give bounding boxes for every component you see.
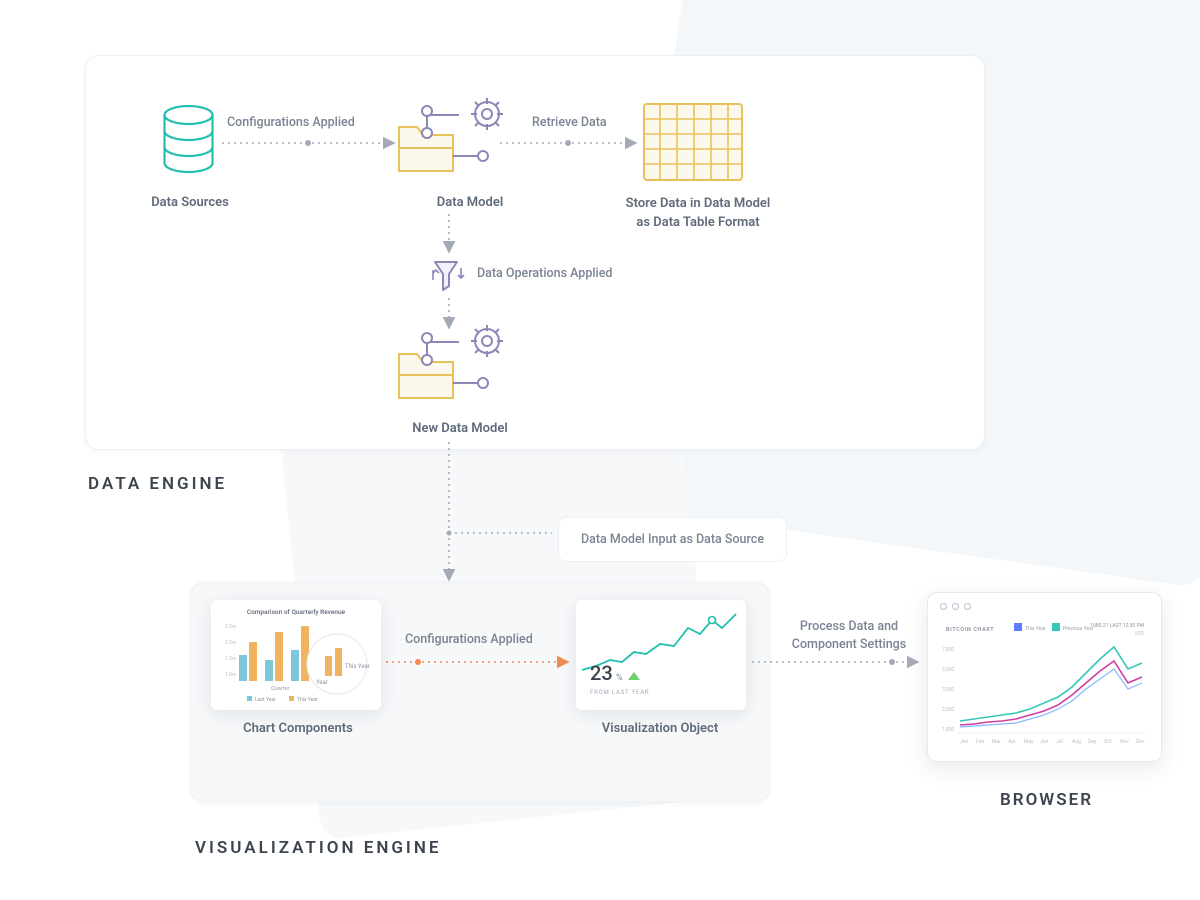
svg-text:Jul: Jul xyxy=(1056,739,1063,745)
svg-text:Oct: Oct xyxy=(1104,739,1112,745)
svg-text:Previous Year: Previous Year xyxy=(1063,626,1094,632)
svg-text:Jan: Jan xyxy=(960,739,968,745)
svg-text:Jun: Jun xyxy=(1040,739,1049,745)
svg-text:FROM LAST YEAR: FROM LAST YEAR xyxy=(590,689,649,696)
svg-text:Sep: Sep xyxy=(1088,739,1097,745)
svg-text:Feb: Feb xyxy=(976,739,984,745)
retrieve-data-label: Retrieve Data xyxy=(532,115,607,130)
new-data-model-label: New Data Model xyxy=(400,421,520,436)
viz-object-label: Visualization Object xyxy=(580,721,740,736)
viz-object-card: 23 % FROM LAST YEAR xyxy=(576,600,746,710)
svg-text:2,000: 2,000 xyxy=(942,707,954,713)
data-engine-title: DATA ENGINE xyxy=(88,474,227,494)
data-operations-label: Data Operations Applied xyxy=(477,266,612,281)
svg-text:Aug: Aug xyxy=(1072,739,1081,745)
svg-text:Mar: Mar xyxy=(992,739,1001,745)
architecture-diagram: DATA ENGINE Data Sources xyxy=(0,0,1200,900)
svg-text:Year: Year xyxy=(316,679,328,686)
data-model-input-text: Data Model Input as Data Source xyxy=(581,532,764,547)
browser-title: BROWSER xyxy=(1000,790,1093,810)
svg-text:BITCOIN CHART: BITCOIN CHART xyxy=(946,627,994,633)
svg-text:2.0m: 2.0m xyxy=(225,640,237,646)
process-settings-label: Process Data and Component Settings xyxy=(784,618,914,653)
svg-text:3,000: 3,000 xyxy=(942,687,954,693)
data-model-input-box: Data Model Input as Data Source xyxy=(558,517,787,562)
chart-title-text: Comparison of Quarterly Revenue xyxy=(247,608,346,616)
funnel-icon xyxy=(432,258,466,298)
data-model-label: Data Model xyxy=(420,195,520,210)
svg-text:This Year: This Year xyxy=(1025,626,1046,632)
data-sources-label: Data Sources xyxy=(140,195,240,210)
svg-text:This Year: This Year xyxy=(297,697,318,703)
svg-text:23: 23 xyxy=(590,661,613,685)
svg-text:5,000: 5,000 xyxy=(942,667,954,673)
browser-traffic-lights-icon xyxy=(940,603,971,610)
store-data-label: Store Data in Data Model as Data Table F… xyxy=(618,195,778,233)
svg-text:USD: USD xyxy=(1135,631,1145,637)
data-model-icon xyxy=(397,86,527,185)
svg-text:Dec: Dec xyxy=(1136,739,1145,745)
svg-text:1.0m: 1.0m xyxy=(225,672,237,678)
svg-text:1680.21 LAST 12:30 PM: 1680.21 LAST 12:30 PM xyxy=(1090,623,1144,629)
svg-text:Last Year: Last Year xyxy=(255,697,276,703)
chart-components-label: Chart Components xyxy=(218,721,378,736)
chart-components-card: Comparison of Quarterly Revenue 2.5m 2.0… xyxy=(211,600,381,710)
svg-text:May: May xyxy=(1024,739,1034,745)
svg-text:7,000: 7,000 xyxy=(942,647,954,653)
new-data-model-icon xyxy=(397,313,527,412)
svg-text:Nov: Nov xyxy=(1120,739,1129,745)
viz-engine-title: VISUALIZATION ENGINE xyxy=(195,838,441,858)
svg-text:This Year: This Year xyxy=(345,663,370,670)
svg-text:Apr: Apr xyxy=(1008,739,1016,745)
svg-text:Quarter: Quarter xyxy=(271,686,290,692)
config-applied-viz-label: Configurations Applied xyxy=(405,632,533,647)
config-applied-label: Configurations Applied xyxy=(227,115,355,130)
svg-text:%: % xyxy=(616,673,623,683)
svg-text:2.5m: 2.5m xyxy=(225,624,237,630)
table-grid-icon xyxy=(643,103,743,185)
browser-window: BITCOIN CHART This Year Previous Year 16… xyxy=(927,592,1162,762)
svg-text:1.5m: 1.5m xyxy=(225,656,237,662)
database-icon xyxy=(161,105,216,179)
svg-text:1,000: 1,000 xyxy=(942,727,954,733)
